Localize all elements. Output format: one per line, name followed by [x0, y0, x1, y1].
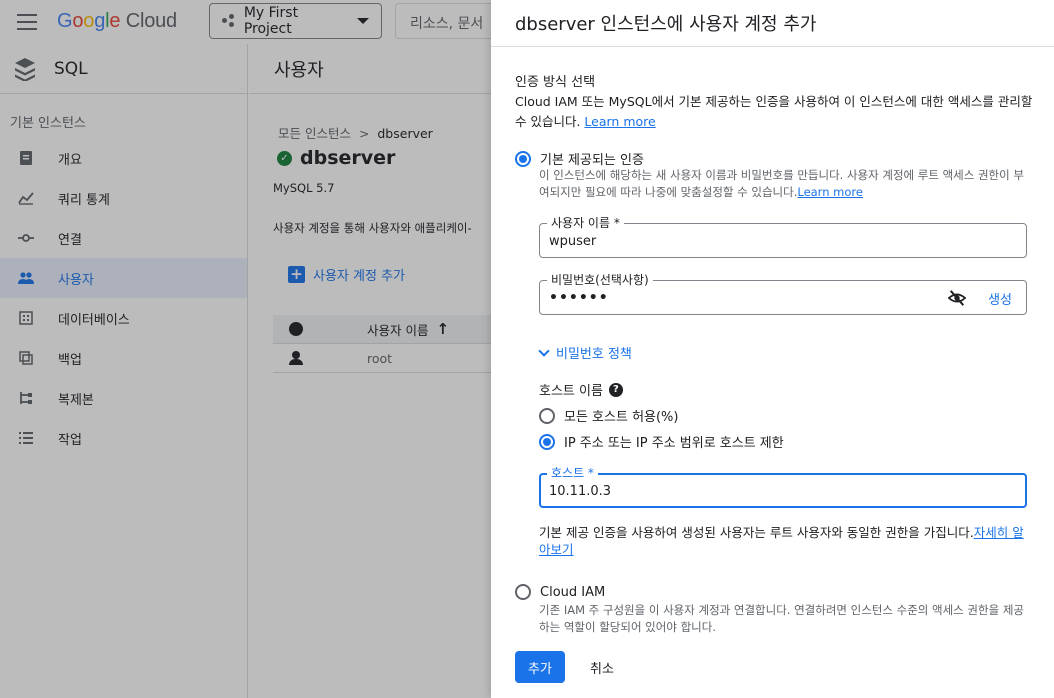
password-policy-toggle[interactable]: 비밀번호 정책: [538, 343, 632, 362]
cloud-iam-label: Cloud IAM: [540, 584, 606, 600]
password-input[interactable]: [549, 288, 929, 308]
cancel-button[interactable]: 취소: [583, 651, 621, 683]
builtin-learn-more-link[interactable]: Learn more: [797, 185, 863, 199]
password-label: 비밀번호(선택사항): [547, 272, 653, 288]
add-button[interactable]: 추가: [515, 651, 565, 683]
generate-password-button[interactable]: 생성: [988, 289, 1012, 308]
builtin-auth-note: 기본 제공 인증을 사용하여 생성된 사용자는 루트 사용자와 동일한 권한을 …: [539, 525, 1024, 557]
username-field[interactable]: 사용자 이름 *: [539, 215, 1027, 258]
chevron-down-icon: [538, 344, 550, 357]
auth-method-description: Cloud IAM 또는 MySQL에서 기본 제공하는 인증을 사용하여 이 …: [515, 94, 1033, 129]
username-input[interactable]: [549, 231, 929, 251]
cloud-iam-description: 기존 IAM 주 구성원을 이 사용자 계정과 연결합니다. 연결하려면 인스턴…: [539, 603, 1024, 634]
restrict-host-radio[interactable]: [539, 433, 555, 450]
host-field[interactable]: 호스트 *: [539, 465, 1027, 508]
host-input[interactable]: [549, 481, 929, 501]
host-label: 호스트 *: [547, 465, 598, 481]
learn-more-link[interactable]: Learn more: [584, 114, 655, 129]
restrict-host-option[interactable]: IP 주소 또는 IP 주소 범위로 호스트 제한: [539, 432, 784, 451]
auth-method-title: 인증 방식 선택: [515, 75, 596, 90]
cloud-iam-radio[interactable]: [515, 584, 531, 600]
help-icon[interactable]: ?: [608, 382, 623, 397]
builtin-auth-radio[interactable]: [515, 150, 531, 167]
builtin-auth-description: 이 인스턴스에 해당하는 새 사용자 이름과 비밀번호를 만듭니다. 사용자 계…: [539, 168, 1024, 199]
password-field[interactable]: 비밀번호(선택사항) 생성: [539, 272, 1027, 315]
username-label: 사용자 이름 *: [547, 215, 624, 231]
cloud-iam-option[interactable]: Cloud IAM: [515, 584, 605, 600]
add-user-panel: dbserver 인스턴스에 사용자 계정 추가 인증 방식 선택 Cloud …: [491, 0, 1054, 698]
allow-any-host-radio[interactable]: [539, 407, 555, 424]
visibility-off-icon[interactable]: [948, 289, 966, 307]
builtin-auth-label: 기본 제공되는 인증: [540, 153, 644, 168]
host-name-title: 호스트 이름 ?: [539, 380, 623, 399]
panel-title: dbserver 인스턴스에 사용자 계정 추가: [491, 0, 1054, 47]
allow-any-host-option[interactable]: 모든 호스트 허용(%): [539, 406, 678, 425]
builtin-auth-option[interactable]: 기본 제공되는 인증: [515, 149, 644, 168]
